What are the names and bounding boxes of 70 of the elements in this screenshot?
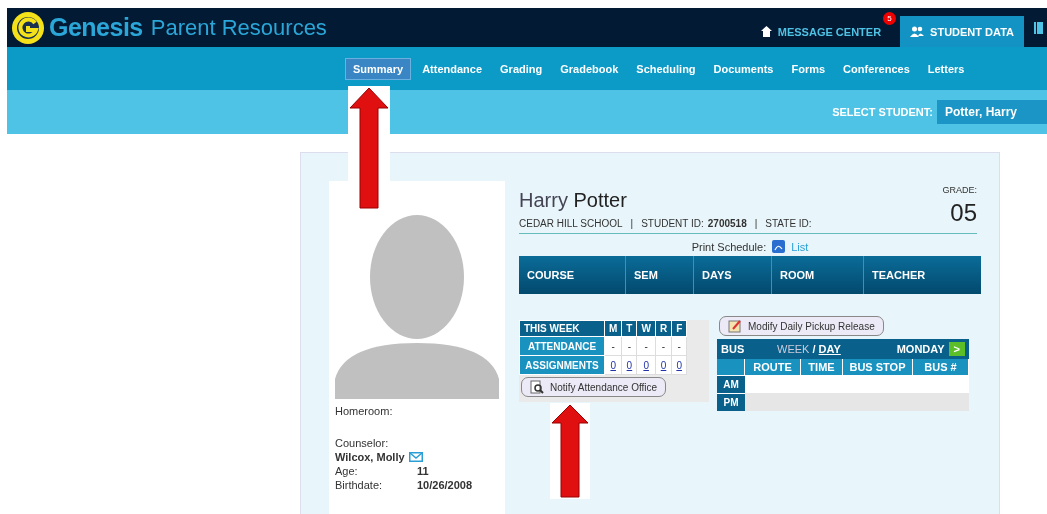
counselor-name: Wilcox, Molly — [335, 451, 405, 463]
notify-attendance-button[interactable]: Notify Attendance Office — [521, 377, 667, 397]
nav-tab[interactable]: Conferences — [836, 58, 917, 79]
print-schedule-label: Print Schedule: — [691, 240, 767, 253]
row-header: AM — [717, 375, 745, 393]
state-id-label: STATE ID: — [765, 218, 812, 229]
student-id-label: STUDENT ID: — [641, 218, 704, 229]
nav-tab[interactable]: Gradebook — [553, 58, 626, 79]
column-header: BUS # — [913, 359, 969, 375]
table-cell: - — [677, 340, 681, 352]
student-dropdown[interactable]: Potter, Harry — [936, 100, 1047, 124]
detail-label: Age: — [335, 465, 359, 477]
school-name: CEDAR HILL SCHOOL — [519, 218, 623, 229]
nav-tab[interactable]: Grading — [493, 58, 550, 79]
column-header: TEACHER — [871, 268, 927, 283]
column-header: DAYS — [694, 256, 772, 294]
select-student-label: SELECT STUDENT: — [832, 106, 933, 118]
header-tab[interactable]: MESSAGE CENTER — [750, 16, 884, 47]
document-search-icon — [530, 380, 544, 394]
separator: | — [630, 218, 634, 229]
detail-value: 11 — [417, 465, 429, 477]
column-header: ROUTE — [745, 359, 801, 375]
notification-badge: 5 — [883, 12, 897, 25]
table-cell: - — [661, 340, 666, 352]
assignment-count-link[interactable]: 0 — [610, 359, 616, 371]
modify-pickup-button[interactable]: Modify Daily Pickup Release — [719, 316, 884, 336]
nav-tab[interactable]: Scheduling — [629, 58, 703, 79]
nav-tab[interactable]: Forms — [784, 58, 833, 79]
mail-icon[interactable] — [408, 452, 423, 462]
day-name: MONDAY — [896, 343, 945, 355]
nav-tab[interactable]: Attendance — [415, 58, 490, 79]
student-id: 2700518 — [707, 218, 747, 229]
nav-tab[interactable]: Summary — [345, 57, 412, 80]
table-cell: - — [611, 340, 615, 352]
student-name: Harry Potter — [519, 189, 628, 212]
grade-value: 05 — [950, 199, 977, 227]
edit-icon — [728, 319, 742, 333]
assignment-count-link[interactable]: 0 — [643, 359, 649, 371]
day-link[interactable]: DAY — [818, 343, 841, 355]
logo-wordmark: Genesis — [49, 13, 143, 42]
app-title: Parent Resources — [150, 14, 327, 41]
logo-icon — [11, 10, 45, 45]
list-link[interactable]: List — [791, 240, 809, 253]
separator: | — [754, 218, 758, 229]
bus-title: BUS — [721, 343, 746, 355]
people-icon — [910, 26, 925, 37]
header-tab[interactable]: STUDENT DATA — [900, 16, 1024, 47]
grade-label: GRADE: — [942, 185, 977, 195]
detail-label: Birthdate: — [335, 479, 384, 491]
separator: / — [812, 343, 816, 355]
home-icon — [760, 26, 772, 37]
column-header: BUS STOP — [843, 359, 913, 375]
table-cell: - — [627, 340, 632, 352]
table-cell: - — [644, 340, 648, 352]
nav-tab[interactable]: Letters — [920, 58, 972, 79]
week-link[interactable]: WEEK — [777, 343, 810, 355]
column-header: THIS WEEK — [519, 320, 605, 337]
column-header: TIME — [801, 359, 843, 375]
column-header: COURSE — [519, 256, 626, 294]
detail-value: 10/26/2008 — [417, 479, 473, 491]
column-header: ROOM — [772, 256, 864, 294]
next-day-button[interactable]: > — [948, 342, 965, 356]
pdf-icon[interactable] — [772, 240, 786, 253]
counselor-label: Counselor: — [335, 437, 390, 449]
row-header: PM — [717, 393, 745, 411]
column-header: SEM — [626, 256, 694, 294]
header-cell — [717, 359, 745, 375]
book-icon[interactable] — [1034, 21, 1043, 34]
nav-tab[interactable]: Documents — [706, 58, 781, 79]
homeroom-label: Homeroom: — [335, 405, 394, 417]
